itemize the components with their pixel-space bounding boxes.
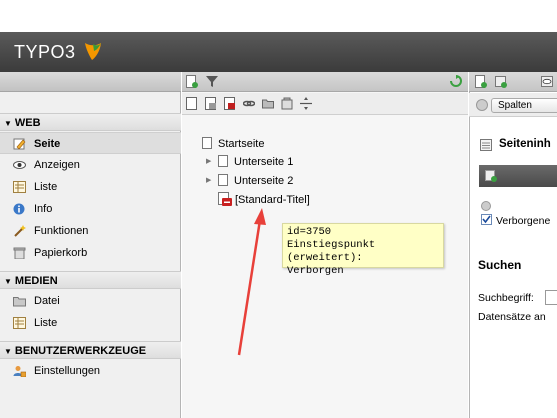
annotation-arrow-icon — [237, 208, 266, 356]
